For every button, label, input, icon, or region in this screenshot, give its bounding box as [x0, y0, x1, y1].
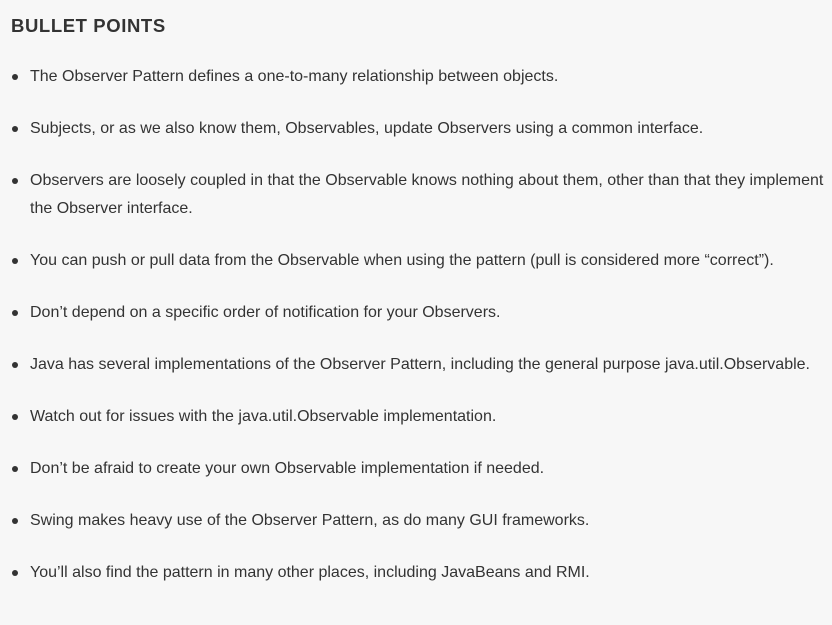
bullet-dot-icon: [12, 518, 18, 524]
list-item-text: The Observer Pattern defines a one-to-ma…: [30, 68, 559, 85]
bullet-dot-icon: [12, 126, 18, 132]
list-item: Don’t depend on a specific order of noti…: [11, 299, 825, 327]
bullet-points-section: BULLET POINTS The Observer Pattern defin…: [0, 0, 832, 625]
bullet-list: The Observer Pattern defines a one-to-ma…: [11, 63, 832, 587]
bullet-dot-icon: [12, 258, 18, 264]
list-item-text: You’ll also find the pattern in many oth…: [30, 564, 590, 581]
bullet-dot-icon: [12, 74, 18, 80]
list-item: You can push or pull data from the Obser…: [11, 247, 825, 275]
list-item: Swing makes heavy use of the Observer Pa…: [11, 507, 825, 535]
bullet-dot-icon: [12, 310, 18, 316]
list-item: Java has several implementations of the …: [11, 351, 825, 379]
list-item: The Observer Pattern defines a one-to-ma…: [11, 63, 825, 91]
section-heading: BULLET POINTS: [11, 15, 166, 36]
bullet-dot-icon: [12, 178, 18, 184]
list-item-text: Watch out for issues with the java.util.…: [30, 408, 497, 425]
list-item: You’ll also find the pattern in many oth…: [11, 559, 825, 587]
bullet-dot-icon: [12, 414, 18, 420]
list-item: Subjects, or as we also know them, Obser…: [11, 115, 825, 143]
list-item: Don’t be afraid to create your own Obser…: [11, 455, 825, 483]
bullet-dot-icon: [12, 466, 18, 472]
list-item-text: Java has several implementations of the …: [30, 356, 810, 373]
list-item: Watch out for issues with the java.util.…: [11, 403, 825, 431]
list-item-text: Observers are loosely coupled in that th…: [30, 172, 824, 217]
list-item: Observers are loosely coupled in that th…: [11, 167, 825, 223]
bullet-dot-icon: [12, 362, 18, 368]
list-item-text: Don’t be afraid to create your own Obser…: [30, 460, 545, 477]
bullet-dot-icon: [12, 570, 18, 576]
list-item-text: You can push or pull data from the Obser…: [30, 252, 774, 269]
list-item-text: Swing makes heavy use of the Observer Pa…: [30, 512, 590, 529]
list-item-text: Don’t depend on a specific order of noti…: [30, 304, 501, 321]
list-item-text: Subjects, or as we also know them, Obser…: [30, 120, 704, 137]
